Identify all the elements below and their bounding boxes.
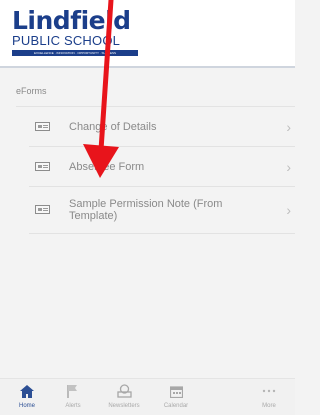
list-item-sample-permission-note[interactable]: Sample Permission Note (From Template) › [29,187,295,234]
section-title: eForms [16,86,47,96]
list-item-label: Change of Details [69,120,157,133]
eforms-list: Change of Details › Absentee Form › Samp… [29,107,295,234]
school-logo: Lindfield PUBLIC SCHOOL EXCELLENCE · INN… [12,8,152,56]
nav-calendar[interactable]: Calendar [151,381,201,410]
form-icon [35,121,50,131]
nav-newsletters[interactable]: Newsletters [99,381,149,410]
more-icon [244,381,294,401]
form-icon [35,205,50,214]
list-item-label: Sample Permission Note (From Template) [69,198,223,222]
nav-more[interactable]: More [244,381,294,410]
logo-tagline: EXCELLENCE · INNOVATION · OPPORTUNITY · … [12,50,138,56]
list-item-absentee-form[interactable]: Absentee Form › [29,147,295,187]
chevron-right-icon: › [286,158,291,175]
nav-alerts[interactable]: Alerts [48,381,98,410]
header-divider [0,66,295,68]
list-item-change-of-details[interactable]: Change of Details › [29,107,295,147]
newsletter-icon [99,381,149,401]
home-icon [2,381,52,401]
bottom-navigation: Home Alerts Newsletters Calendar More [0,378,295,415]
chevron-right-icon: › [286,118,291,135]
nav-label: Calendar [163,403,189,409]
calendar-icon [151,381,201,401]
nav-label: Home [18,403,35,409]
nav-label: More [262,403,276,409]
chevron-right-icon: › [286,202,291,218]
logo-subtitle: PUBLIC SCHOOL [12,33,121,48]
logo-title: Lindfield [12,6,131,35]
flag-icon [48,381,98,401]
nav-home[interactable]: Home [2,381,52,410]
list-item-label: Absentee Form [69,160,145,173]
nav-label: Alerts [65,403,81,409]
app-header: Lindfield PUBLIC SCHOOL EXCELLENCE · INN… [0,0,295,66]
nav-label: Newsletters [108,403,140,409]
form-icon [35,161,50,171]
